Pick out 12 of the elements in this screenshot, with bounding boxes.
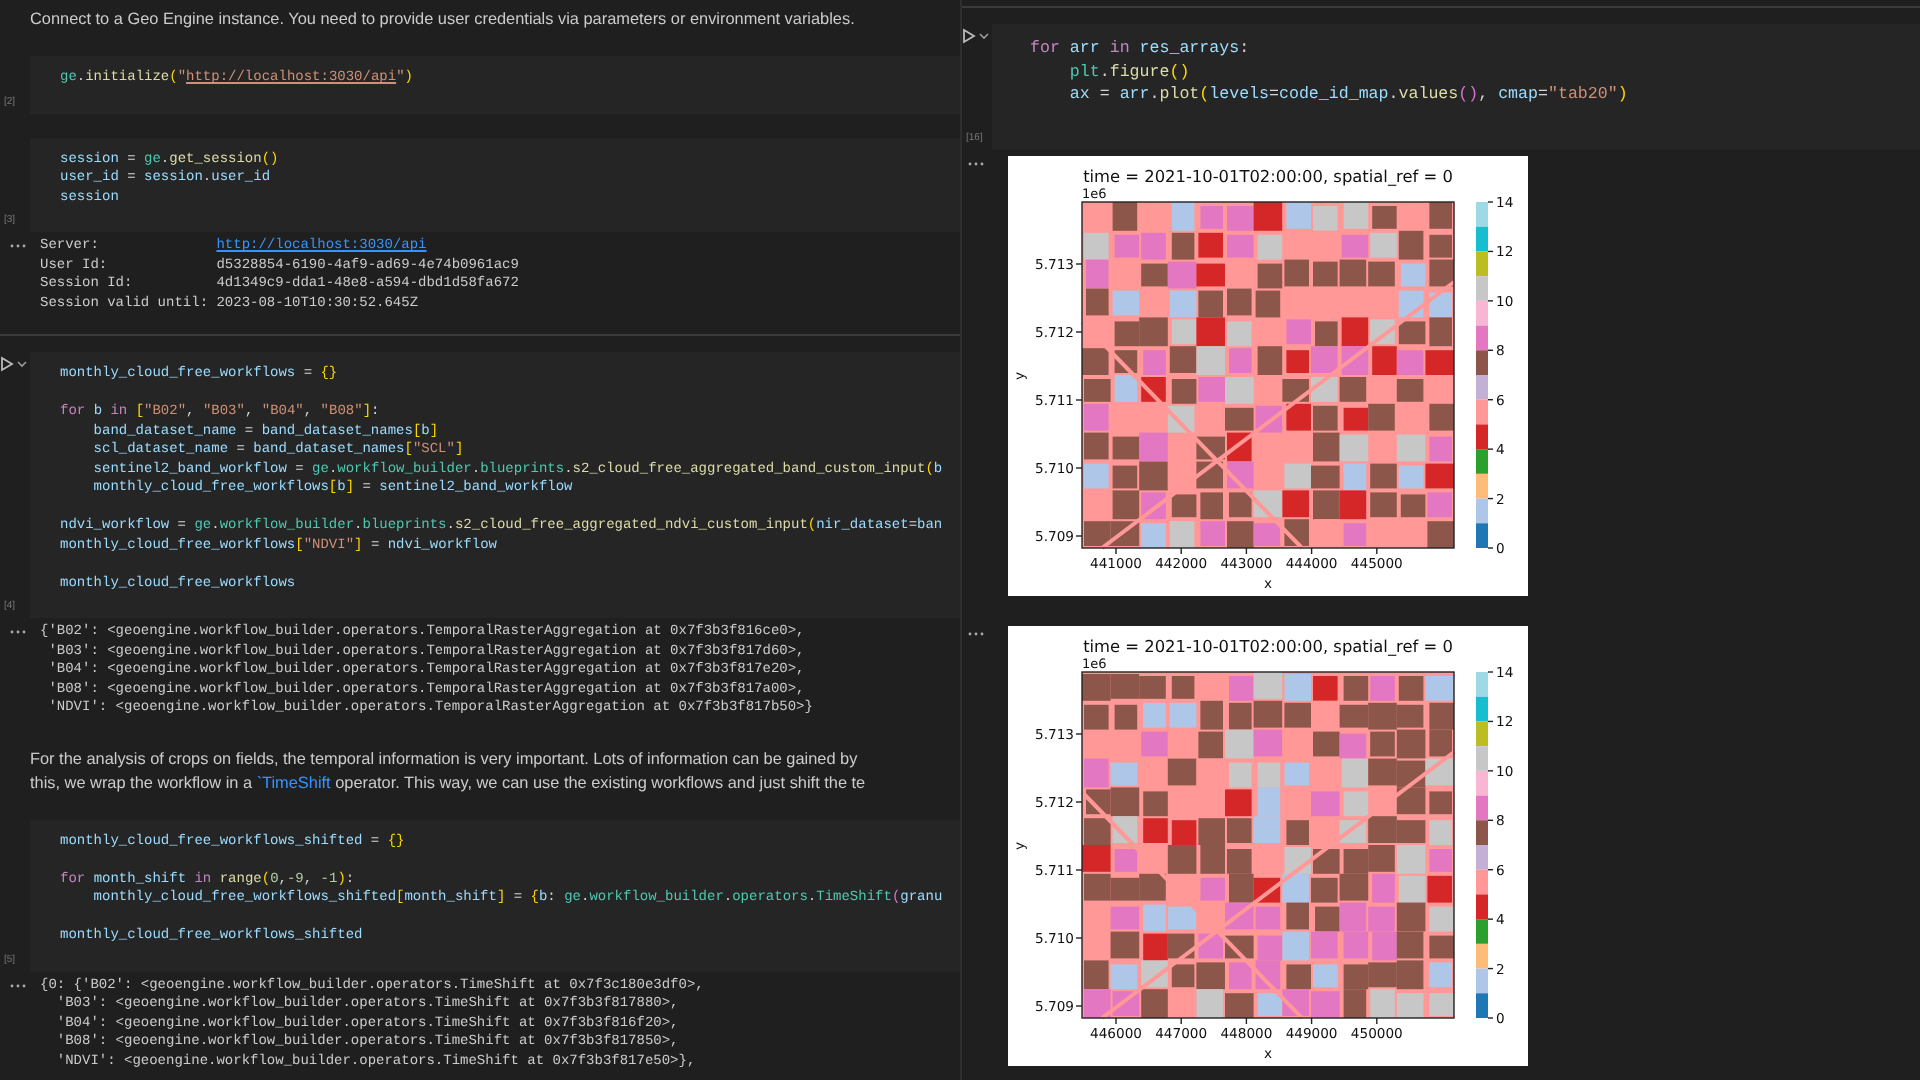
run-icon[interactable] (962, 28, 990, 44)
code-line: ax = arr.plot(levels=code_id_map.values(), cmap="tab20") (1067, 84, 1630, 107)
markdown-text: this, we wrap the workflow in a `TimeShift operator. This way, we can use the existing workflows and just shift the te (30, 771, 868, 795)
code-cell[interactable]: for arr in res_arrays: plt.figure() ax = arr.plot(levels=code_id_map.values(), cmap="tab20") (992, 24, 1920, 149)
markdown-text: Connect to a Geo Engine instance. You need to provide user credentials via parameters or environment variables. (30, 8, 857, 32)
plot-title: time = 2021-10-01T02:00:00, spatial_ref = 0 (1083, 165, 1453, 185)
code-line: for arr in res_arrays: (1030, 38, 1252, 61)
run-icon[interactable] (0, 356, 28, 372)
code-cell[interactable] (30, 352, 960, 618)
markdown-text: For the analysis of crops on fields, the temporal information is very important. Lots of information can be gained by (30, 747, 860, 771)
code-line: plt.figure() (1067, 61, 1192, 84)
plot-title: time = 2021-10-01T02:00:00, spatial_ref = 0 (1083, 635, 1453, 655)
